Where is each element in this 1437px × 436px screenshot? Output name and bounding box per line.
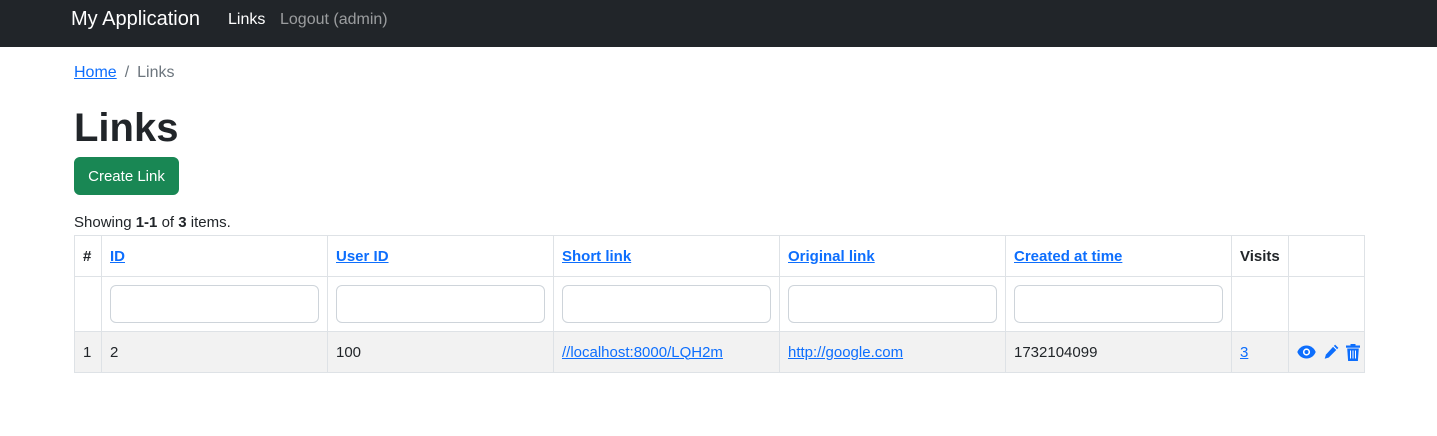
sort-id-link[interactable]: ID [110, 248, 125, 265]
header-actions [1288, 235, 1365, 277]
sort-original-link-link[interactable]: Original link [788, 248, 875, 265]
cell-visits: 3 [1231, 331, 1289, 373]
filter-cell-original-link [779, 276, 1006, 332]
eye-icon[interactable] [1297, 345, 1316, 359]
sort-short-link-link[interactable]: Short link [562, 248, 631, 265]
filter-cell-visits [1231, 276, 1289, 332]
breadcrumb: Home / Links [74, 64, 175, 82]
filter-cell-short-link [553, 276, 780, 332]
cell-actions [1288, 331, 1365, 373]
breadcrumb-separator: / [124, 64, 130, 81]
cell-id: 2 [101, 331, 328, 373]
summary-range: 1-1 [135, 214, 158, 231]
header-id: ID [101, 235, 328, 277]
header-original-link: Original link [779, 235, 1006, 277]
table-header-row: # ID User ID Short link Original link Cr… [74, 235, 1365, 277]
breadcrumb-home[interactable]: Home [74, 64, 117, 81]
filter-user-id-input[interactable] [336, 285, 545, 323]
cell-original-link: http://google.com [779, 331, 1006, 373]
top-navbar: My Application Links Logout (admin) [0, 0, 1437, 47]
page-title: Links [74, 106, 179, 150]
filter-id-input[interactable] [110, 285, 319, 323]
filter-short-link-input[interactable] [562, 285, 771, 323]
links-table: # ID User ID Short link Original link Cr… [74, 235, 1365, 373]
trash-icon[interactable] [1346, 343, 1361, 361]
cell-index: 1 [74, 331, 102, 373]
pencil-icon[interactable] [1323, 344, 1339, 360]
table-row: 1 2 100 //localhost:8000/LQH2m http://go… [74, 331, 1365, 373]
filter-original-link-input[interactable] [788, 285, 997, 323]
header-created-at: Created at time [1005, 235, 1232, 277]
summary-prefix: Showing [74, 214, 136, 231]
filter-cell-created-at [1005, 276, 1232, 332]
cell-short-link: //localhost:8000/LQH2m [553, 331, 780, 373]
filter-row [74, 276, 1365, 332]
summary-text: Showing 1-1 of 3 items. [74, 214, 231, 231]
nav-logout[interactable]: Logout (admin) [280, 11, 388, 29]
breadcrumb-current: Links [137, 64, 175, 81]
cell-created-at: 1732104099 [1005, 331, 1232, 373]
original-link-link[interactable]: http://google.com [788, 344, 903, 361]
header-user-id: User ID [327, 235, 554, 277]
header-visits: Visits [1231, 235, 1289, 277]
filter-cell-user-id [327, 276, 554, 332]
visits-link[interactable]: 3 [1240, 344, 1248, 361]
sort-created-at-link[interactable]: Created at time [1014, 248, 1122, 265]
header-index: # [74, 235, 102, 277]
filter-cell-actions [1288, 276, 1365, 332]
short-link-link[interactable]: //localhost:8000/LQH2m [562, 344, 723, 361]
filter-cell-empty [74, 276, 102, 332]
filter-cell-id [101, 276, 328, 332]
summary-middle: of [157, 214, 179, 231]
nav-links[interactable]: Links [228, 11, 265, 29]
sort-user-id-link[interactable]: User ID [336, 248, 389, 265]
cell-user-id: 100 [327, 331, 554, 373]
header-short-link: Short link [553, 235, 780, 277]
brand-link[interactable]: My Application [71, 8, 200, 31]
create-link-button[interactable]: Create Link [74, 157, 179, 195]
summary-total: 3 [178, 214, 187, 231]
filter-created-at-input[interactable] [1014, 285, 1223, 323]
summary-suffix: items. [186, 214, 231, 231]
